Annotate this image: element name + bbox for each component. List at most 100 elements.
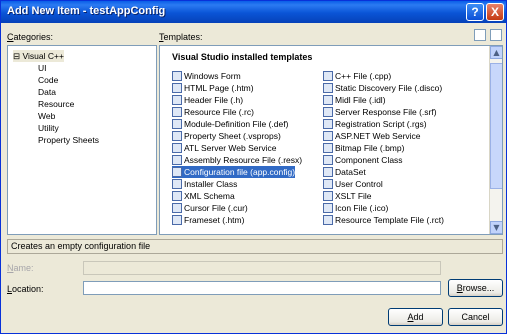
templates-scrollbar[interactable]: ▲ ▼: [489, 46, 502, 234]
template-label: Server Response File (.srf): [335, 107, 437, 117]
template-item[interactable]: Cursor File (.cur): [172, 202, 248, 214]
template-label: Windows Form: [184, 71, 241, 81]
template-label: Cursor File (.cur): [184, 203, 248, 213]
template-icon: [172, 167, 182, 177]
templates-label: Templates:: [159, 32, 203, 42]
template-label: XML Schema: [184, 191, 235, 201]
location-label: Location:: [7, 284, 44, 294]
cancel-button[interactable]: Cancel: [448, 308, 503, 326]
template-item[interactable]: Icon File (.ico): [323, 202, 388, 214]
category-label: Utility: [38, 123, 59, 133]
template-label: Resource Template File (.rct): [335, 215, 444, 225]
template-icon: [172, 143, 182, 153]
category-item[interactable]: Property Sheets: [38, 134, 99, 146]
template-item[interactable]: Frameset (.htm): [172, 214, 244, 226]
template-label: Configuration file (app.config): [184, 167, 296, 177]
category-label: Code: [38, 75, 59, 85]
template-label: Component Class: [335, 155, 403, 165]
template-label: XSLT File: [335, 191, 372, 201]
template-icon: [323, 71, 333, 81]
category-item[interactable]: Web: [38, 110, 55, 122]
template-item[interactable]: ASP.NET Web Service: [323, 130, 421, 142]
name-label: Name:: [7, 263, 34, 273]
template-icon: [323, 215, 333, 225]
template-item[interactable]: Registration Script (.rgs): [323, 118, 427, 130]
template-label: Resource File (.rc): [184, 107, 254, 117]
template-item[interactable]: Installer Class: [172, 178, 237, 190]
template-label: Property Sheet (.vsprops): [184, 131, 281, 141]
template-icon: [323, 203, 333, 213]
template-icon: [323, 191, 333, 201]
template-item[interactable]: Midl File (.idl): [323, 94, 386, 106]
category-label: UI: [38, 63, 47, 73]
category-item[interactable]: Data: [38, 86, 56, 98]
template-item[interactable]: Module-Definition File (.def): [172, 118, 288, 130]
small-icons-view-button[interactable]: [490, 29, 502, 41]
template-label: Header File (.h): [184, 95, 244, 105]
browse-button[interactable]: Browse...: [448, 279, 503, 297]
help-button[interactable]: ?: [466, 3, 484, 21]
template-icon: [172, 215, 182, 225]
category-visual-cpp[interactable]: ⊟ Visual C++: [13, 50, 64, 62]
template-label: Frameset (.htm): [184, 215, 245, 225]
template-icon: [172, 191, 182, 201]
window-title: Add New Item - testAppConfig: [7, 5, 166, 17]
template-item[interactable]: HTML Page (.htm): [172, 82, 254, 94]
template-label: Assembly Resource File (.resx): [184, 155, 303, 165]
category-label: Resource: [38, 99, 75, 109]
template-item[interactable]: Server Response File (.srf): [323, 106, 437, 118]
template-label: ATL Server Web Service: [184, 143, 277, 153]
template-item[interactable]: Bitmap File (.bmp): [323, 142, 404, 154]
scroll-down-button[interactable]: ▼: [490, 221, 502, 234]
name-field: [83, 261, 441, 275]
template-label: Registration Script (.rgs): [335, 119, 427, 129]
template-item[interactable]: Assembly Resource File (.resx): [172, 154, 302, 166]
template-icon: [323, 167, 333, 177]
template-item[interactable]: Resource File (.rc): [172, 106, 254, 118]
categories-tree[interactable]: ⊟ Visual C++ UI Code Data Resource Web Utility…: [7, 45, 157, 235]
template-label: User Control: [335, 179, 383, 189]
scroll-thumb[interactable]: [490, 63, 502, 189]
scroll-up-button[interactable]: ▲: [490, 46, 502, 59]
template-label: Module-Definition File (.def): [184, 119, 289, 129]
template-item[interactable]: Configuration file (app.config): [172, 166, 296, 178]
template-icon: [172, 119, 182, 129]
template-item[interactable]: User Control: [323, 178, 383, 190]
template-label: HTML Page (.htm): [184, 83, 254, 93]
template-label: Midl File (.idl): [335, 95, 386, 105]
add-button[interactable]: Add: [388, 308, 443, 326]
title-bar[interactable]: Add New Item - testAppConfig ? X: [1, 1, 506, 23]
large-icons-view-button[interactable]: [474, 29, 486, 41]
template-item[interactable]: ATL Server Web Service: [172, 142, 276, 154]
location-field[interactable]: [83, 281, 441, 295]
category-item[interactable]: Utility: [38, 122, 59, 134]
template-item[interactable]: Header File (.h): [172, 94, 243, 106]
template-item[interactable]: XSLT File: [323, 190, 372, 202]
template-label: Static Discovery File (.disco): [335, 83, 443, 93]
category-item[interactable]: Resource: [38, 98, 74, 110]
template-item[interactable]: XML Schema: [172, 190, 235, 202]
category-label: Web: [38, 111, 56, 121]
template-icon: [323, 131, 333, 141]
template-icon: [172, 155, 182, 165]
template-item[interactable]: C++ File (.cpp): [323, 70, 391, 82]
category-item[interactable]: UI: [38, 62, 47, 74]
template-item[interactable]: Component Class: [323, 154, 403, 166]
template-icon: [172, 179, 182, 189]
template-label: ASP.NET Web Service: [335, 131, 421, 141]
category-item[interactable]: Code: [38, 74, 58, 86]
template-icon: [323, 143, 333, 153]
categories-label: Categories:: [7, 32, 54, 42]
template-icon: [172, 71, 182, 81]
template-item[interactable]: DataSet: [323, 166, 366, 178]
close-button[interactable]: X: [486, 3, 504, 21]
template-icon: [323, 179, 333, 189]
templates-group-header: Visual Studio installed templates: [172, 52, 313, 62]
template-item[interactable]: Resource Template File (.rct): [323, 214, 444, 226]
template-item[interactable]: Static Discovery File (.disco): [323, 82, 442, 94]
template-label: Bitmap File (.bmp): [335, 143, 405, 153]
template-item[interactable]: Windows Form: [172, 70, 241, 82]
template-icon: [323, 83, 333, 93]
templates-list[interactable]: Visual Studio installed templates ▲ ▼ Wi…: [159, 45, 503, 235]
template-item[interactable]: Property Sheet (.vsprops): [172, 130, 281, 142]
